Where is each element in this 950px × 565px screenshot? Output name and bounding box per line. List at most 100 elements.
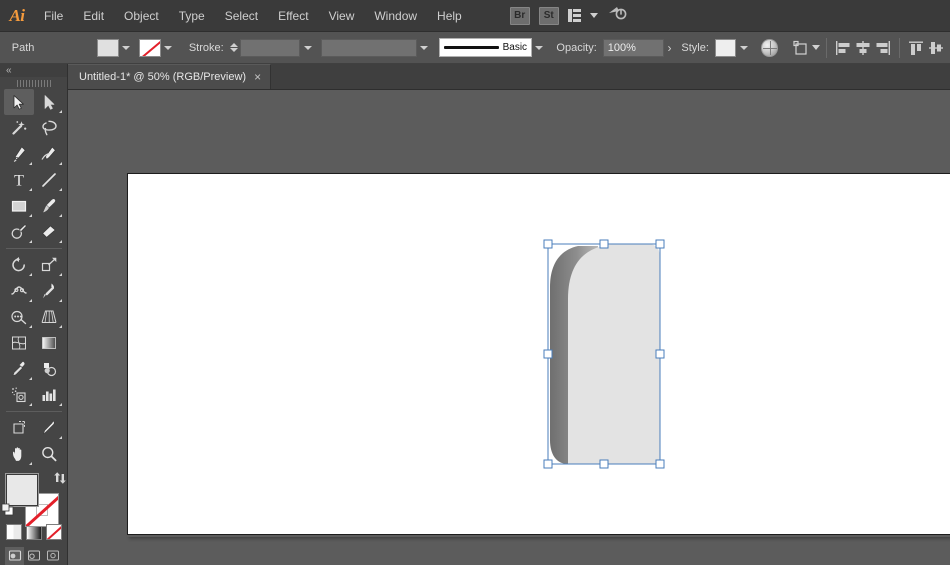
hand-tool[interactable] <box>4 441 34 467</box>
zoom-tool[interactable] <box>34 441 64 467</box>
search-adobe-stock-icon[interactable] <box>607 4 627 27</box>
panel-drag-handle[interactable] <box>16 80 51 88</box>
transform-chevron-icon[interactable] <box>812 45 821 50</box>
menu-bar: Ai File Edit Object Type Select Effect V… <box>0 0 950 32</box>
main-rounded-path <box>568 244 660 464</box>
rectangle-tool[interactable] <box>4 193 34 219</box>
fill-stroke-widget <box>1 472 66 528</box>
swap-fill-stroke-icon[interactable] <box>53 471 67 485</box>
tool-group-navigation <box>4 415 64 467</box>
pen-tool[interactable] <box>4 141 34 167</box>
none-button[interactable] <box>45 523 62 540</box>
graphic-style-swatch[interactable] <box>714 38 737 57</box>
rotate-tool[interactable] <box>4 252 34 278</box>
symbol-sprayer-tool[interactable] <box>4 382 34 408</box>
shape-builder-tool[interactable] <box>4 304 34 330</box>
tool-group-transform <box>4 252 64 408</box>
perspective-grid-tool[interactable] <box>34 304 64 330</box>
gradient-tool[interactable] <box>34 330 64 356</box>
type-tool[interactable]: T <box>4 167 34 193</box>
illustrator-window: Ai File Edit Object Type Select Effect V… <box>0 0 950 565</box>
selection-tool[interactable] <box>3 89 34 116</box>
magic-wand-tool[interactable] <box>4 115 34 141</box>
align-right-icon[interactable] <box>873 39 893 57</box>
control-bar: Path Stroke: Basic Opacity: 100% › Style… <box>0 32 950 64</box>
stroke-profile-label: Basic <box>502 42 528 53</box>
stroke-preview-line <box>444 46 500 49</box>
artboard-tool[interactable] <box>4 415 34 441</box>
arrange-documents-icon[interactable] <box>567 9 582 22</box>
default-fill-stroke-icon[interactable] <box>1 503 15 517</box>
menu-edit[interactable]: Edit <box>73 0 114 32</box>
scale-tool[interactable] <box>34 252 64 278</box>
screen-mode-buttons <box>5 546 62 565</box>
full-screen-menubar-button[interactable] <box>24 547 43 565</box>
variable-width-profile-input[interactable] <box>320 38 417 57</box>
menu-window[interactable]: Window <box>364 0 427 32</box>
menu-type[interactable]: Type <box>169 0 215 32</box>
document-canvas[interactable] <box>68 90 950 565</box>
mesh-tool[interactable] <box>4 330 34 356</box>
app-logo: Ai <box>9 5 25 25</box>
menu-effect[interactable]: Effect <box>268 0 318 32</box>
color-button[interactable] <box>5 523 22 540</box>
menu-help[interactable]: Help <box>427 0 472 32</box>
transform-icon[interactable] <box>792 39 821 57</box>
collapse-panel-icon[interactable]: « <box>0 64 67 78</box>
width-tool[interactable] <box>4 278 34 304</box>
variable-width-dropdown[interactable] <box>417 39 432 57</box>
artboard-1[interactable] <box>127 173 950 535</box>
document-tab-title: Untitled-1* @ 50% (RGB/Preview) <box>79 71 247 83</box>
style-label: Style: <box>681 41 709 54</box>
eraser-tool[interactable] <box>34 219 64 245</box>
stroke-color-swatch[interactable] <box>139 38 161 57</box>
normal-screen-mode-button[interactable] <box>5 546 24 565</box>
menu-view[interactable]: View <box>319 0 365 32</box>
stroke-weight-dropdown[interactable] <box>300 39 315 57</box>
document-tab[interactable]: Untitled-1* @ 50% (RGB/Preview) × <box>68 64 272 89</box>
align-horizontal-center-icon[interactable] <box>853 39 873 57</box>
stroke-profile-select[interactable]: Basic <box>439 38 533 57</box>
column-graph-tool[interactable] <box>34 382 64 408</box>
blend-tool[interactable] <box>34 356 64 382</box>
tool-group-selection: T <box>3 89 64 245</box>
stroke-swatch-dropdown[interactable] <box>161 39 176 57</box>
document-tab-bar: Untitled-1* @ 50% (RGB/Preview) × <box>68 64 950 90</box>
align-vertical-center-icon[interactable] <box>926 39 946 57</box>
free-transform-tool[interactable] <box>34 278 64 304</box>
selected-object-type: Path <box>11 41 35 54</box>
artwork-layer[interactable] <box>128 174 950 536</box>
align-top-icon[interactable] <box>906 39 926 57</box>
svg-text:T: T <box>14 173 24 190</box>
eyedropper-tool[interactable] <box>4 356 34 382</box>
bridge-button[interactable]: Br <box>509 6 530 25</box>
align-left-icon[interactable] <box>833 39 853 57</box>
menu-object[interactable]: Object <box>114 0 169 32</box>
tools-panel: « T <box>0 64 68 565</box>
opacity-label: Opacity: <box>556 41 597 54</box>
menu-select[interactable]: Select <box>215 0 268 32</box>
opacity-input[interactable]: 100% <box>602 38 664 57</box>
stroke-weight-input[interactable] <box>239 38 301 57</box>
opacity-expand-icon[interactable]: › <box>664 41 676 55</box>
shaper-tool[interactable] <box>4 219 34 245</box>
menu-file[interactable]: File <box>34 0 73 32</box>
stock-button[interactable]: St <box>538 6 559 25</box>
stroke-weight-label: Stroke: <box>188 41 224 54</box>
close-icon[interactable]: × <box>254 71 261 83</box>
lasso-tool[interactable] <box>34 115 64 141</box>
stroke-weight-stepper[interactable] <box>229 43 238 52</box>
chevron-down-icon[interactable] <box>590 13 599 18</box>
recolor-artwork-icon[interactable] <box>760 38 779 57</box>
line-segment-tool[interactable] <box>34 167 64 193</box>
menu-bar-right-group: Br St <box>509 4 628 27</box>
fill-swatch-dropdown[interactable] <box>119 39 134 57</box>
graphic-style-dropdown[interactable] <box>736 39 751 57</box>
stroke-profile-dropdown[interactable] <box>532 39 547 57</box>
paintbrush-tool[interactable] <box>34 193 64 219</box>
full-screen-button[interactable] <box>43 547 62 565</box>
direct-selection-tool[interactable] <box>34 89 64 115</box>
slice-tool[interactable] <box>34 415 64 441</box>
fill-color-swatch[interactable] <box>97 38 119 57</box>
curvature-tool[interactable] <box>34 141 64 167</box>
